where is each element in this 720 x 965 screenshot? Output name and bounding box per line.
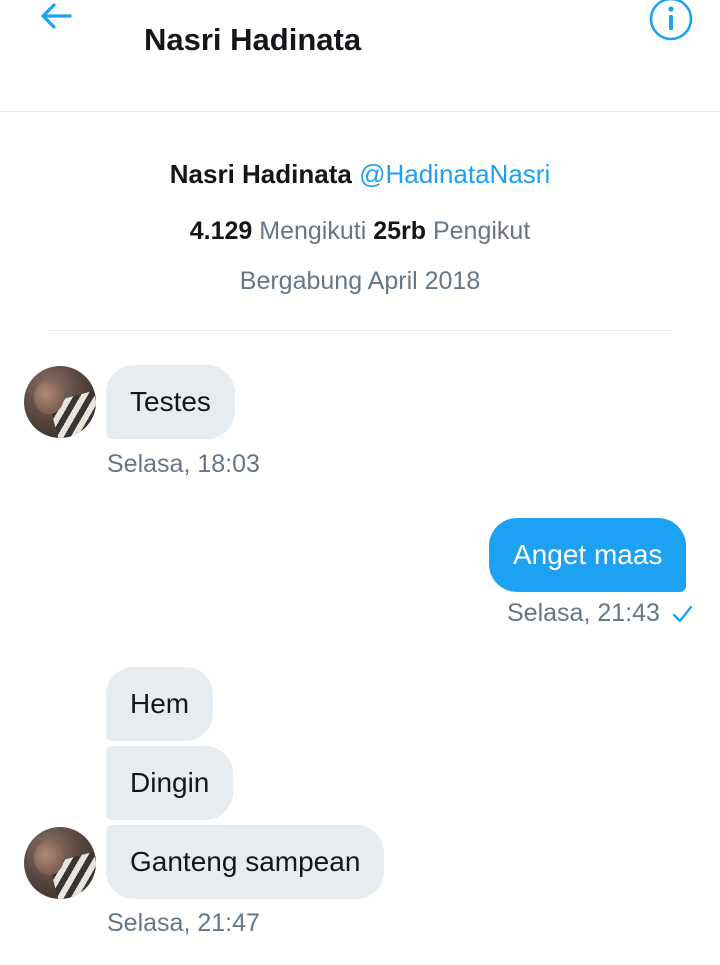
message-bubble-incoming[interactable]: Hem [106, 667, 214, 741]
message-bubble-incoming[interactable]: Ganteng sampean [106, 825, 385, 899]
message-timestamp: Selasa, 18:03 [107, 450, 260, 478]
profile-identity[interactable]: Nasri Hadinata @HadinataNasri [0, 150, 720, 198]
following-count: 4.129 [189, 217, 253, 245]
avatar[interactable] [24, 827, 96, 899]
following-stat[interactable]: 4.129 Mengikuti [190, 217, 367, 245]
followers-label: Pengikut [432, 217, 531, 245]
joined-date: Bergabung April 2018 [239, 267, 481, 295]
divider [48, 330, 672, 331]
arrow-left-icon [41, 3, 72, 29]
conversation-header: Nasri Hadinata [0, 0, 720, 112]
followers-stat[interactable]: 25rb Pengikut [373, 217, 530, 245]
message-bubble-incoming[interactable]: Dingin [106, 746, 234, 820]
info-icon [649, 0, 693, 41]
conversation-title: Nasri Hadinata [144, 22, 362, 57]
following-label: Mengikuti [259, 217, 367, 245]
message-timestamp: Selasa, 21:47 [107, 909, 260, 937]
profile-handle: @HadinataNasri [359, 159, 551, 189]
profile-name: Nasri Hadinata [169, 159, 352, 189]
message-timestamp: Selasa, 21:43 [507, 599, 660, 627]
followers-count: 25rb [373, 217, 427, 245]
profile-summary: Nasri Hadinata @HadinataNasri 4.129 Meng… [0, 150, 720, 296]
message-bubble-outgoing[interactable]: Anget maas [489, 518, 687, 592]
message-bubble-incoming[interactable]: Testes [106, 365, 235, 439]
back-button[interactable] [32, 0, 80, 40]
profile-stats: 4.129 Mengikuti 25rb Pengikut [0, 216, 720, 246]
info-button[interactable] [646, 0, 696, 44]
avatar[interactable] [24, 366, 96, 438]
check-icon [672, 605, 693, 623]
